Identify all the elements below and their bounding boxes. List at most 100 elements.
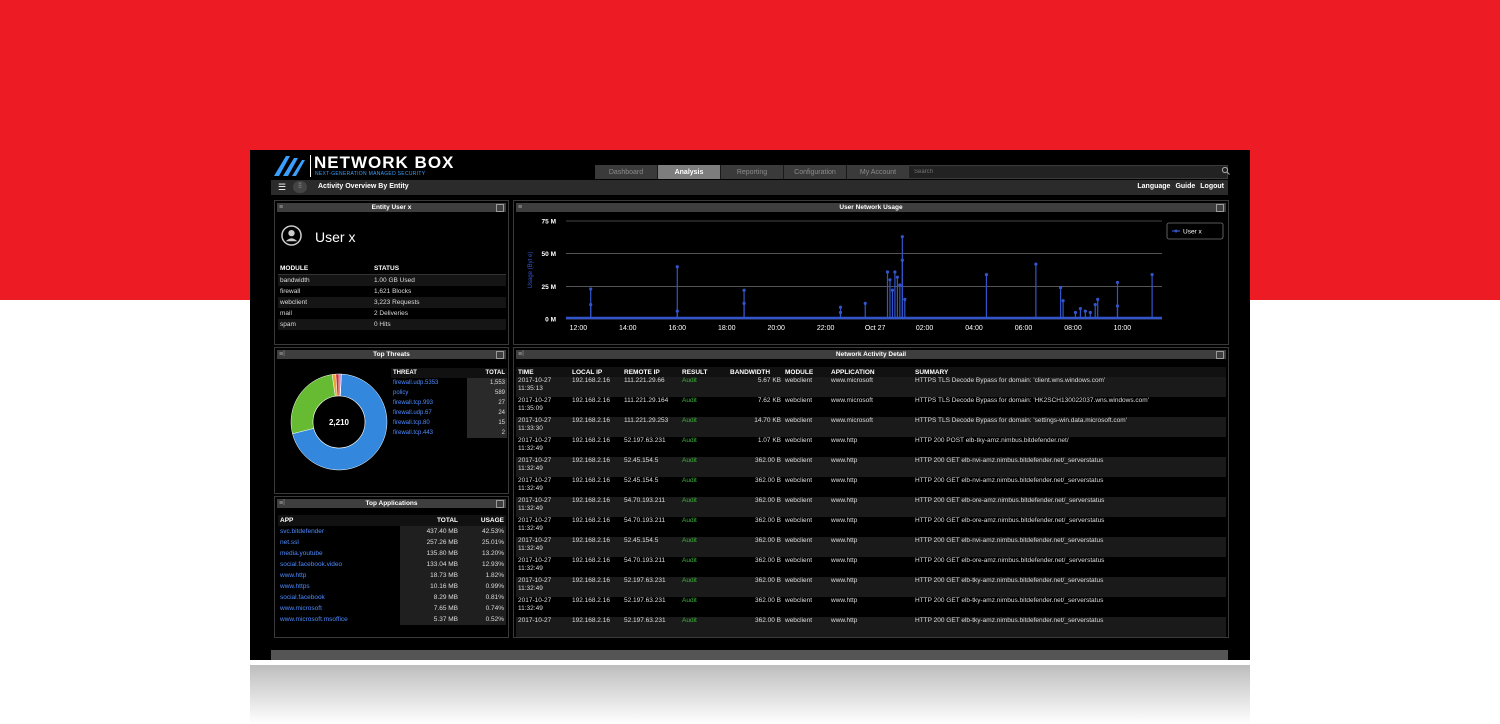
column-header-bandwidth[interactable]: BANDWIDTH [728,367,783,377]
tab-reporting[interactable]: Reporting [721,165,784,179]
network-activity-table: TIME LOCAL IP REMOTE IP RESULT BANDWIDTH… [516,367,1226,637]
column-header-threat[interactable]: THREAT [391,368,467,378]
table-row[interactable]: firewall.udp.67 24 [391,408,507,418]
column-header-remote-ip[interactable]: REMOTE IP [622,367,680,377]
table-row[interactable]: www.https 10.16 MB 0.99% [278,581,506,592]
app-link[interactable]: www.microsoft.msoffice [278,614,400,625]
expand-icon[interactable] [1216,204,1224,212]
guide-link[interactable]: Guide [1175,183,1195,190]
column-header-result[interactable]: RESULT [680,367,728,377]
status-cell: 1.00 GB Used [372,274,506,286]
table-row[interactable]: firewall.tcp.80 15 [391,418,507,428]
table-row[interactable]: 2017-10-27 11:35:13 192.168.2.16 111.221.29… [516,377,1226,397]
threat-link[interactable]: firewall.udp.67 [391,408,467,418]
app-total: 437.40 MB [400,526,460,537]
tab-analysis[interactable]: Analysis [658,165,721,179]
menu-icon[interactable]: ☰ [277,182,287,193]
table-row[interactable]: firewall.udp.5353 1,553 [391,378,507,388]
settings-icon[interactable]: ≡⫶ [518,350,524,359]
column-header-total[interactable]: TOTAL [400,515,460,526]
search-icon[interactable] [1221,166,1231,176]
search-input[interactable] [908,165,1228,179]
column-header-module[interactable]: MODULE [783,367,829,377]
column-header-summary[interactable]: SUMMARY [913,367,1226,377]
x-tick-label: 06:00 [1015,325,1033,332]
table-row[interactable]: www.microsoft.msoffice 5.37 MB 0.52% [278,614,506,625]
table-row[interactable]: 2017-10-27 11:32:49 192.168.2.16 54.70.193.… [516,517,1226,537]
column-header-usage[interactable]: USAGE [460,515,506,526]
table-row[interactable]: social.facebook.video 133.04 MB 12.93% [278,559,506,570]
app-link[interactable]: www.http [278,570,400,581]
settings-icon[interactable]: ≡⫶ [279,350,285,359]
table-row[interactable]: media.youtube 135.80 MB 13.20% [278,548,506,559]
panel-title: User Network Usage [839,204,903,211]
threat-link[interactable]: firewall.tcp.993 [391,398,467,408]
network-box-logo-icon [274,156,305,176]
table-row[interactable]: policy 589 [391,388,507,398]
table-row[interactable]: www.microsoft 7.65 MB 0.74% [278,603,506,614]
result-cell: Audit [682,557,697,564]
table-row[interactable]: 2017-10-27 11:32:49 192.168.2.16 52.197.63.… [516,577,1226,597]
table-row[interactable]: firewall.tcp.443 2 [391,428,507,438]
language-link[interactable]: Language [1137,183,1170,190]
table-row[interactable]: www.http 18.73 MB 1.82% [278,570,506,581]
table-row[interactable]: firewall.tcp.993 27 [391,398,507,408]
app-link[interactable]: svc.bitdefender [278,526,400,537]
table-row[interactable]: 2017-10-27 11:32:49 192.168.2.16 52.197.63.… [516,597,1226,617]
tab-my-account[interactable]: My Account [847,165,910,179]
expand-icon[interactable] [496,500,504,508]
tab-dashboard[interactable]: Dashboard [595,165,658,179]
app-link[interactable]: www.https [278,581,400,592]
threat-total: 1,553 [467,378,507,388]
column-header-local-ip[interactable]: LOCAL IP [570,367,622,377]
expand-icon[interactable] [496,204,504,212]
summary-cell: HTTPS TLS Decode Bypass for domain: 'cli… [913,377,1226,397]
table-row[interactable]: 2017-10-27 11:32:49 192.168.2.16 52.45.154.… [516,457,1226,477]
menu-icon[interactable]: ≡ [279,203,283,212]
top-threats-panel: ≡⫶ Top Threats 2,210 THREAT TOTAL firewa… [274,347,509,494]
table-row[interactable]: 2017-10-27 11:32:49 192.168.2.16 52.197.63.… [516,437,1226,457]
table-row[interactable]: 2017-10-27 11:32:49 192.168.2.16 54.70.193.… [516,557,1226,577]
table-row[interactable]: 2017-10-27 11:32:49 192.168.2.16 52.45.154.… [516,537,1226,557]
table-row[interactable]: 2017-10-27 11:33:30 192.168.2.16 111.221.29… [516,417,1226,437]
remote-ip-cell: 54.70.193.211 [624,517,666,524]
column-header-time[interactable]: TIME [516,367,570,377]
table-row[interactable]: social.facebook 8.29 MB 0.81% [278,592,506,603]
logout-link[interactable]: Logout [1200,183,1224,190]
data-point [1096,297,1100,301]
menu-icon[interactable]: ≡ [518,203,522,212]
settings-icon[interactable]: ≡⫶ [279,499,285,508]
table-row[interactable]: 2017-10-27 11:32:49 192.168.2.16 54.70.193.… [516,497,1226,517]
data-point [900,235,904,239]
table-row: webclient 3,223 Requests [278,297,506,308]
expand-icon[interactable] [1216,351,1224,359]
tab-label: Dashboard [608,168,644,176]
legend-swatch-dot [1174,229,1178,233]
app-total: 5.37 MB [400,614,460,625]
table-row[interactable]: 2017-10-27 11:32:49 192.168.2.16 52.45.154.… [516,477,1226,497]
table-row[interactable]: net.ssl 257.26 MB 25.01% [278,537,506,548]
threat-link[interactable]: firewall.udp.5353 [391,378,467,388]
app-link[interactable]: social.facebook [278,592,400,603]
app-link[interactable]: media.youtube [278,548,400,559]
table-row[interactable]: 2017-10-27 192.168.2.16 52.197.63.231 Audit… [516,617,1226,637]
threat-link[interactable]: policy [391,388,467,398]
table-row[interactable]: 2017-10-27 11:35:09 192.168.2.16 111.221.29… [516,397,1226,417]
filter-settings-icon[interactable]: ⫶⫶ [293,181,307,193]
x-tick-label: 12:00 [570,325,588,332]
table-row[interactable]: svc.bitdefender 437.40 MB 42.53% [278,526,506,537]
column-header-status[interactable]: STATUS [372,263,506,275]
app-link[interactable]: net.ssl [278,537,400,548]
column-header-total[interactable]: TOTAL [467,368,507,378]
expand-icon[interactable] [496,351,504,359]
column-header-app[interactable]: APP [278,515,400,526]
time-clock: 11:35:09 [518,405,543,412]
threat-link[interactable]: firewall.tcp.80 [391,418,467,428]
column-header-module[interactable]: MODULE [278,263,372,275]
threat-link[interactable]: firewall.tcp.443 [391,428,467,438]
tab-configuration[interactable]: Configuration [784,165,847,179]
column-header-application[interactable]: APPLICATION [829,367,913,377]
remote-ip-cell: 54.70.193.211 [624,557,666,564]
app-link[interactable]: social.facebook.video [278,559,400,570]
app-link[interactable]: www.microsoft [278,603,400,614]
